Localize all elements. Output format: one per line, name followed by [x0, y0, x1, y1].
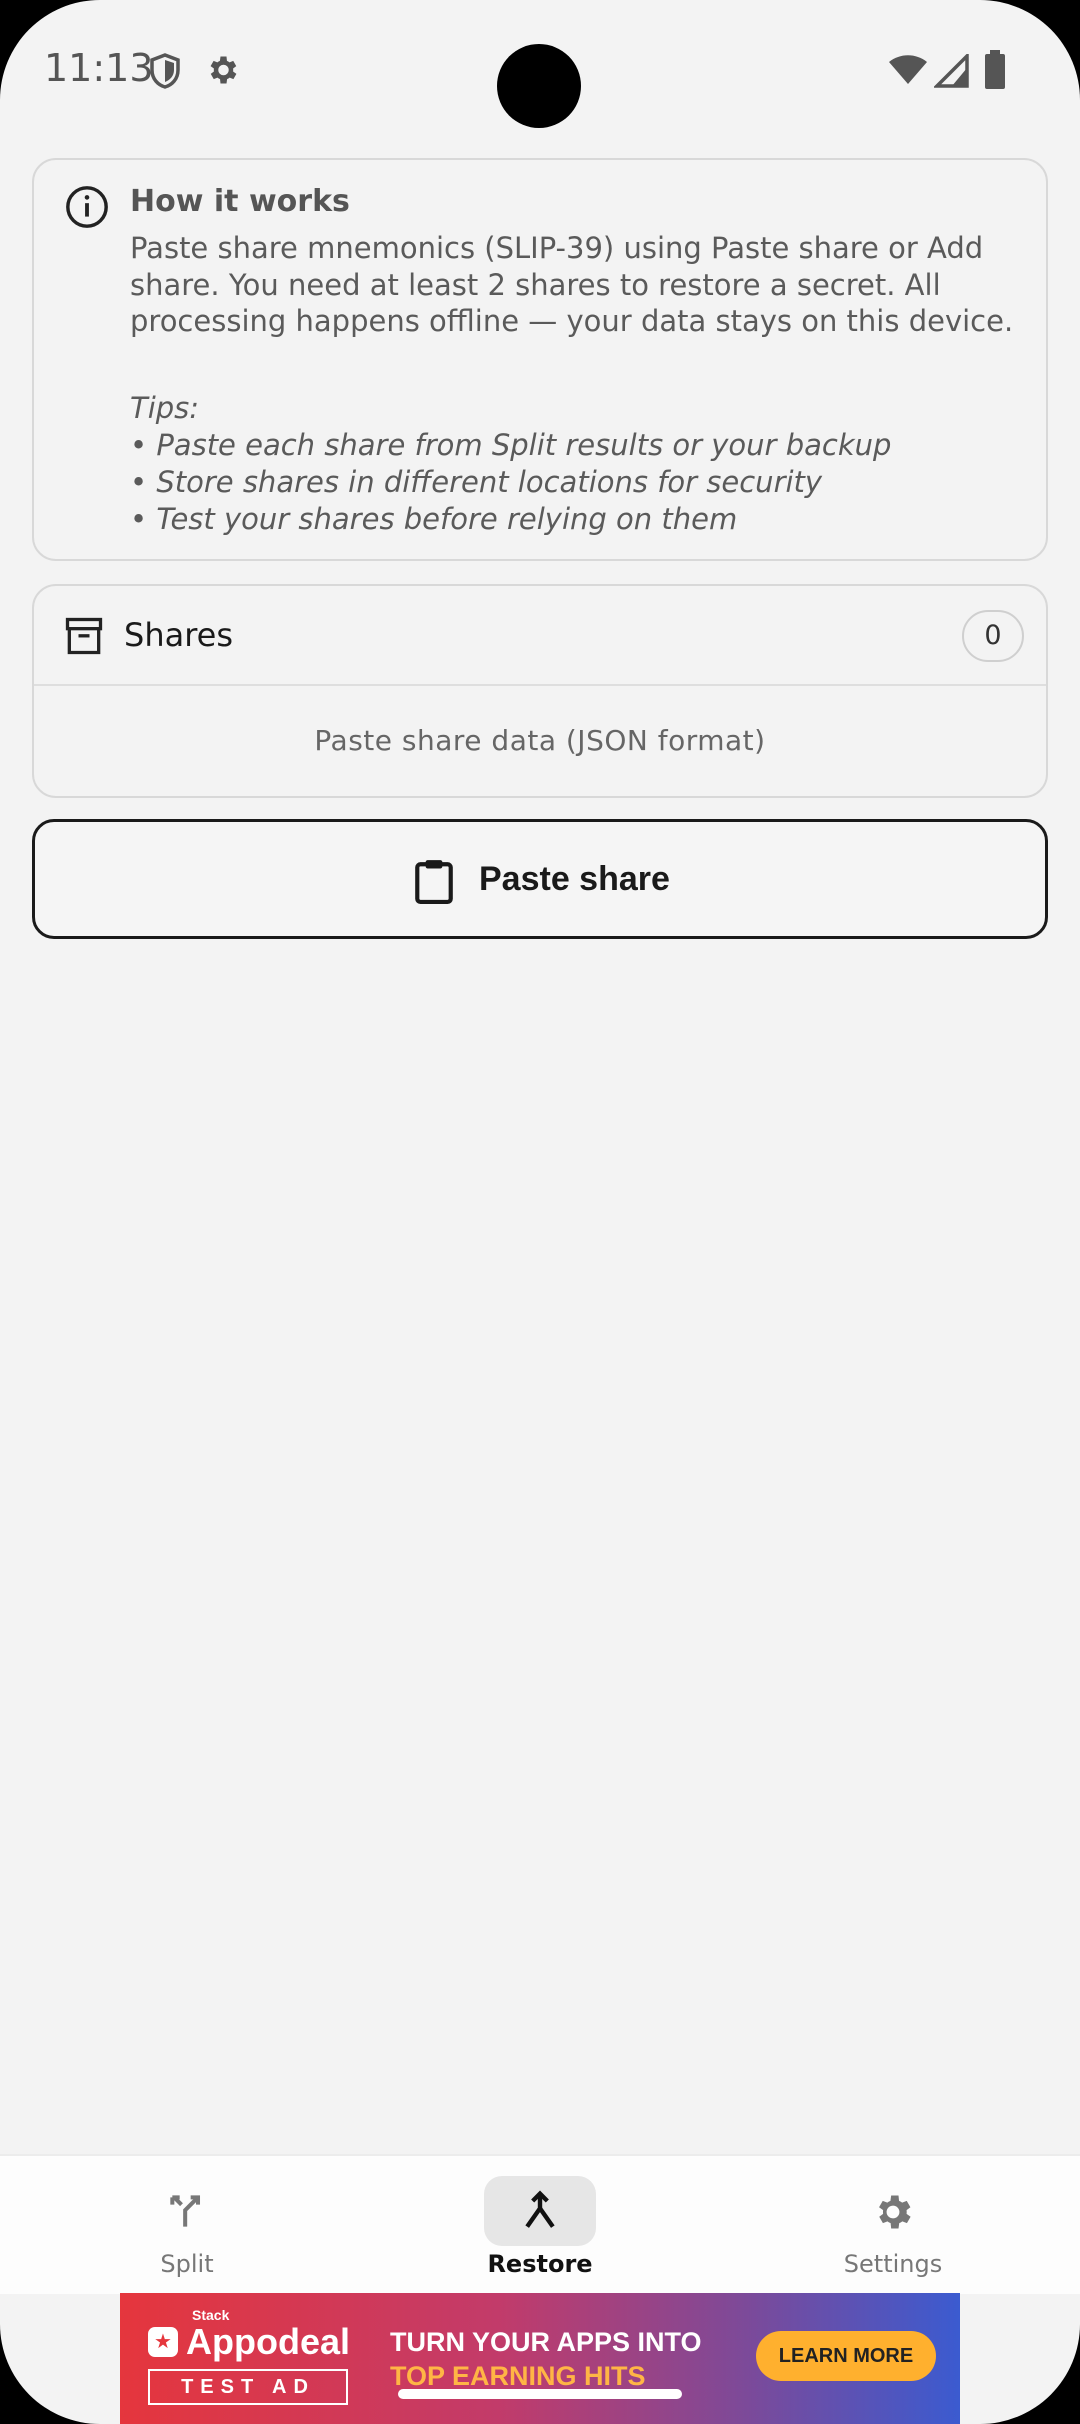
tips-heading: Tips:	[130, 391, 200, 425]
paste-share-button[interactable]: Paste share	[32, 819, 1048, 939]
nav-label-restore: Restore	[487, 2250, 593, 2278]
shares-count-badge: 0	[962, 610, 1024, 662]
nav-item-settings[interactable]: Settings	[793, 2156, 993, 2296]
shares-card: Shares 0 Paste share data (JSON format)	[32, 584, 1048, 798]
tip-item: • Store shares in different locations fo…	[130, 465, 823, 499]
ad-banner[interactable]: Stack ★ Appodeal TEST AD TURN YOUR APPS …	[120, 2293, 960, 2424]
ad-learn-more-button[interactable]: LEARN MORE	[756, 2331, 936, 2381]
nav-item-restore[interactable]: Restore	[440, 2156, 640, 2296]
info-card: How it works Paste share mnemonics (SLIP…	[32, 158, 1048, 561]
clipboard-icon	[415, 860, 453, 904]
status-bar: 11:13	[0, 0, 1080, 140]
star-icon: ★	[154, 2331, 172, 2353]
archive-icon	[65, 617, 103, 655]
signal-icon	[934, 54, 969, 88]
status-time: 11:13	[44, 46, 154, 90]
info-title: How it works	[130, 184, 350, 219]
paste-share-label: Paste share	[479, 860, 670, 898]
ad-brand: Appodeal	[186, 2321, 351, 2362]
nav-item-split[interactable]: Split	[87, 2156, 287, 2296]
merge-icon	[525, 2190, 555, 2228]
gear-icon	[210, 56, 237, 84]
wifi-icon	[889, 55, 927, 84]
battery-icon	[985, 50, 1005, 89]
shares-title: Shares	[124, 616, 234, 654]
shares-empty-hint: Paste share data (JSON format)	[314, 724, 766, 757]
ad-test-badge: TEST AD	[148, 2369, 348, 2405]
tip-item: • Test your shares before relying on the…	[130, 502, 738, 536]
gear-icon	[879, 2195, 911, 2229]
tips-list: Tips: • Paste each share from Split resu…	[130, 390, 1030, 538]
ad-headline-1: TURN YOUR APPS INTO	[390, 2327, 702, 2357]
nav-label-settings: Settings	[843, 2250, 943, 2278]
ad-headline-2: TOP EARNING HITS	[390, 2361, 646, 2391]
info-icon	[66, 186, 108, 228]
shield-icon	[150, 53, 180, 89]
info-body: Paste share mnemonics (SLIP-39) using Pa…	[130, 231, 1014, 338]
camera-cutout	[497, 44, 581, 128]
nav-label-split: Split	[160, 2250, 214, 2278]
bottom-nav: Split Restore Settings	[0, 2154, 1080, 2294]
tip-item: • Paste each share from Split results or…	[130, 428, 892, 462]
split-icon	[170, 2195, 201, 2227]
home-indicator[interactable]	[398, 2389, 682, 2399]
shares-header: Shares 0	[34, 586, 1046, 686]
phone-screen: 11:13 How it works Paste share mnemonics	[0, 0, 1080, 2424]
